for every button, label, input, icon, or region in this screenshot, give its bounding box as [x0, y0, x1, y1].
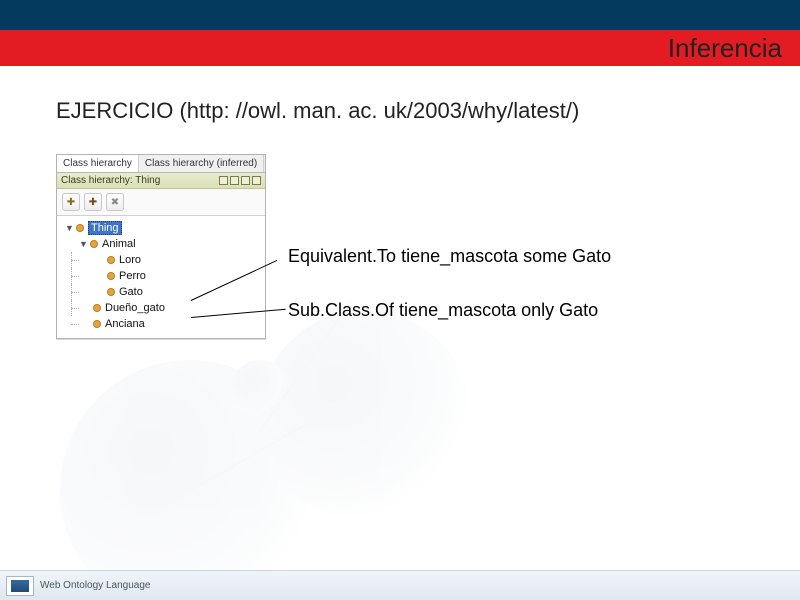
class-icon: [90, 240, 98, 248]
footer-logo: [6, 576, 34, 596]
class-icon: [93, 320, 101, 328]
tree-node-anciana[interactable]: Anciana: [65, 316, 263, 332]
panel-header-label: Class hierarchy: Thing: [61, 175, 160, 186]
tree-node-gato[interactable]: Gato: [65, 284, 263, 300]
panel-icon-3[interactable]: [241, 176, 250, 185]
footer-bar: Web Ontology Language: [0, 570, 800, 600]
tree-and-annotations: Class hierarchy Class hierarchy (inferre…: [56, 154, 770, 384]
tab-class-hierarchy[interactable]: Class hierarchy: [57, 155, 139, 172]
class-icon: [107, 288, 115, 296]
top-blue-bar: [0, 0, 800, 30]
annotation-subclassof: Sub.Class.Of tiene_mascota only Gato: [288, 300, 598, 321]
annotation-equivalentto: Equivalent.To tiene_mascota some Gato: [288, 246, 611, 267]
class-icon: [93, 304, 101, 312]
class-icon: [107, 256, 115, 264]
tree-node-thing[interactable]: ▼ Thing: [65, 220, 263, 236]
add-sibling-button[interactable]: ✚: [84, 193, 102, 211]
slide-content: EJERCICIO (http: //owl. man. ac. uk/2003…: [0, 80, 800, 568]
class-tree: ▼ Thing ▼ Animal Loro Perro: [57, 216, 265, 338]
chevron-down-icon[interactable]: ▼: [79, 240, 88, 249]
class-icon: [76, 224, 84, 232]
delete-class-button[interactable]: ✖: [106, 193, 124, 211]
tree-node-loro[interactable]: Loro: [65, 252, 263, 268]
panel-icon-2[interactable]: [230, 176, 239, 185]
add-subclass-button[interactable]: ✚: [62, 193, 80, 211]
slide-title: Inferencia: [668, 33, 782, 64]
chevron-down-icon[interactable]: ▼: [65, 224, 74, 233]
panel-icon-1[interactable]: [219, 176, 228, 185]
header-bar: Inferencia: [0, 30, 800, 66]
class-icon: [107, 272, 115, 280]
panel-header: Class hierarchy: Thing: [57, 173, 265, 189]
class-hierarchy-panel: Class hierarchy Class hierarchy (inferre…: [56, 154, 266, 339]
tree-toolbar: ✚ ✚ ✖: [57, 189, 265, 216]
tab-class-hierarchy-inferred[interactable]: Class hierarchy (inferred): [139, 155, 264, 172]
tree-node-perro[interactable]: Perro: [65, 268, 263, 284]
panel-icon-4[interactable]: [252, 176, 261, 185]
footer-text: Web Ontology Language: [40, 580, 150, 591]
exercise-heading: EJERCICIO (http: //owl. man. ac. uk/2003…: [56, 98, 770, 124]
tree-node-animal[interactable]: ▼ Animal: [65, 236, 263, 252]
